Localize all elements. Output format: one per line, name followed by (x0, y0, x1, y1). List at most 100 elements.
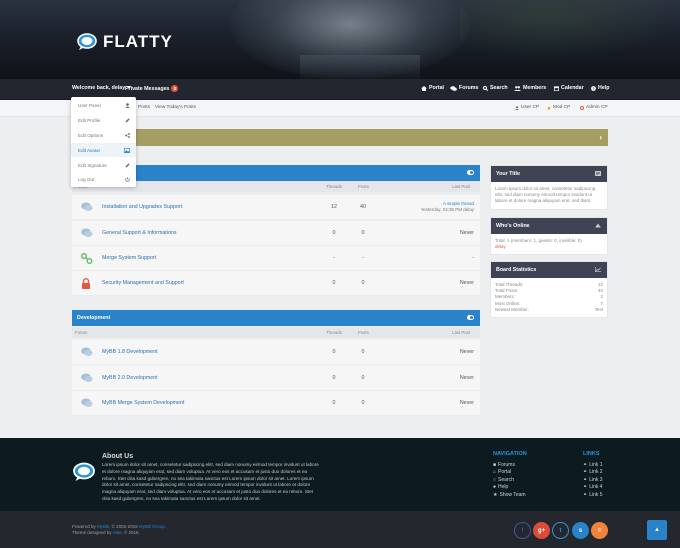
link-icon: ⚭ (583, 469, 588, 475)
nav-search[interactable]: Search (483, 85, 508, 91)
nav-search-label: Search (490, 85, 508, 91)
powered-prefix: Powered by (72, 524, 96, 529)
theme-year: , © 2016. (121, 530, 140, 536)
col-last-post: Last Post (452, 184, 470, 189)
nav-forums-label: Forums (459, 85, 479, 91)
calendar-icon (554, 85, 559, 91)
footer-nav-help[interactable]: ● Help (493, 484, 508, 490)
chat-icon (81, 202, 93, 211)
footer-nav-label: Show Team (499, 492, 526, 498)
chat-bubble-logo-icon (73, 462, 95, 481)
gear-icon (580, 105, 584, 110)
forum-link[interactable]: MyBB Merge System Development (102, 400, 184, 406)
footer-link-label: Link 4 (589, 484, 603, 490)
about-text: Lorem ipsum dolor sit amet, consetetur s… (102, 462, 319, 501)
dropdown-log-out[interactable]: Log Out (71, 172, 136, 186)
sub-link-todays-posts[interactable]: View Today's Posts (155, 105, 196, 110)
dropdown-edit-signature[interactable]: Edit Signature (71, 158, 136, 172)
footer-link-label: Link 2 (589, 469, 603, 475)
online-user-link[interactable]: delay (495, 244, 603, 250)
admin-cp-label: Admin CP (586, 105, 608, 110)
dropdown-edit-avatar[interactable]: Edit Avatar (71, 143, 136, 157)
forum-link[interactable]: Security Management and Support (102, 280, 184, 286)
site-logo[interactable]: FLATTY (76, 32, 173, 52)
nav-members-label: Members (523, 85, 547, 91)
sidebar-body: Total Threads: 12 Total Posts: 40 Members:… (491, 278, 607, 317)
forum-link[interactable]: General Support & Informations (102, 230, 177, 236)
thread-count: 0 (332, 230, 336, 236)
last-post-info: A simple thread Yesterday, 04:35 PM dela… (421, 201, 474, 213)
dropdown-user-panel[interactable]: User Panel (71, 98, 136, 112)
footer-nav-search[interactable]: ○ Search (493, 477, 514, 483)
collapse-toggle-icon[interactable] (467, 170, 474, 175)
sub-link-posts-label: Posts (138, 105, 150, 110)
dropdown-item-label: Log Out (78, 176, 95, 182)
nav-forums[interactable]: Forums (450, 85, 478, 91)
sidebar-board-statistics: Board Statistics Total Threads: 12 Total … (490, 261, 608, 319)
col-threads: Threads (326, 184, 342, 189)
forum-row: MyBB 1.8 Development 0 0 Never (72, 340, 480, 365)
footer-link-1[interactable]: ⚭ Link 1 (583, 462, 603, 468)
footer-link-label: Link 1 (589, 462, 603, 468)
sidebar-heading-text: Your Title (496, 171, 520, 177)
forum-link[interactable]: Installation and Upgrades Support (102, 204, 182, 210)
admin-cp-link[interactable]: Admin CP (580, 105, 608, 110)
thread-count: - (333, 255, 335, 261)
footer-nav-label: Help (498, 484, 509, 490)
dropdown-edit-profile[interactable]: Edit Profile (71, 113, 136, 127)
chat-icon (81, 228, 93, 237)
forum-link[interactable]: MyBB 1.8 Development (102, 349, 158, 355)
footer-nav-forums[interactable]: ■ Forums (493, 462, 515, 468)
footer-nav-portal[interactable]: ⌂ Portal (493, 469, 511, 475)
facebook-icon[interactable]: f (514, 522, 531, 539)
last-post: Never (459, 230, 474, 236)
nav-help[interactable]: ? Help (591, 85, 609, 91)
user-cp-link[interactable]: User CP (515, 105, 539, 110)
star-icon (547, 105, 551, 110)
footer-link-2[interactable]: ⚭ Link 2 (583, 469, 603, 475)
forum-row: MyBB 2.0 Development 0 0 Never (72, 366, 480, 391)
mybb-group-link[interactable]: MyBB Group (139, 524, 165, 529)
nav-members[interactable]: Members (514, 85, 546, 91)
forum-link[interactable]: Merge System Support (102, 255, 156, 261)
footer-nav-show-team[interactable]: ★ Show Team (493, 492, 526, 498)
forum-link[interactable]: MyBB 2.0 Development (102, 375, 158, 381)
announcement-bar[interactable]: › (72, 129, 608, 146)
skype-icon[interactable]: s (572, 522, 589, 539)
twitter-icon[interactable]: t (552, 522, 569, 539)
site-name: FLATTY (103, 32, 173, 51)
post-count: 0 (361, 230, 365, 236)
link-icon: ⚭ (583, 477, 588, 483)
card-icon (595, 171, 601, 176)
mybb-link[interactable]: MyBB (97, 524, 109, 529)
category-header-development[interactable]: Development (72, 310, 480, 326)
sidebar-heading: Board Statistics (491, 262, 607, 278)
mod-cp-link[interactable]: Mod CP (547, 105, 570, 110)
sub-link-posts[interactable]: Posts (138, 105, 150, 110)
pm-count-badge: 0 (171, 85, 179, 92)
dropdown-edit-options[interactable]: Edit Options (71, 128, 136, 142)
footer-link-5[interactable]: ⚭ Link 5 (583, 492, 603, 498)
users-icon (514, 85, 521, 91)
nav-calendar[interactable]: Calendar (554, 85, 584, 91)
footer-link-4[interactable]: ⚭ Link 4 (583, 484, 603, 490)
chevron-right-icon: › (599, 133, 602, 142)
chat-bubble-logo-icon (77, 33, 97, 50)
footer-link-3[interactable]: ⚭ Link 3 (583, 477, 603, 483)
sidebar-body: Total: 1 (members: 1, guests: 0, invisib… (491, 234, 607, 254)
svg-text:?: ? (592, 86, 594, 90)
private-messages-link[interactable]: Private Messages 0 (125, 85, 179, 92)
rss-icon[interactable]: ≡ (591, 522, 608, 539)
collapse-toggle-icon[interactable] (467, 315, 474, 320)
back-to-top-button[interactable]: ▲ (647, 520, 667, 540)
welcome-menu-toggle[interactable]: Welcome back, delay (72, 85, 132, 91)
dropdown-item-label: Edit Profile (78, 117, 101, 123)
copyright-text: Powered by MyBB, © 2002-2016 MyBB Group.… (72, 524, 166, 536)
dropdown-item-label: User Panel (78, 102, 101, 108)
google-plus-icon[interactable]: g+ (533, 522, 550, 539)
thread-count: 0 (332, 375, 336, 381)
search-icon (483, 85, 488, 91)
nav-portal[interactable]: Portal (421, 85, 444, 91)
stat-value[interactable]: Test (595, 307, 603, 313)
star-icon: ★ (493, 492, 498, 498)
